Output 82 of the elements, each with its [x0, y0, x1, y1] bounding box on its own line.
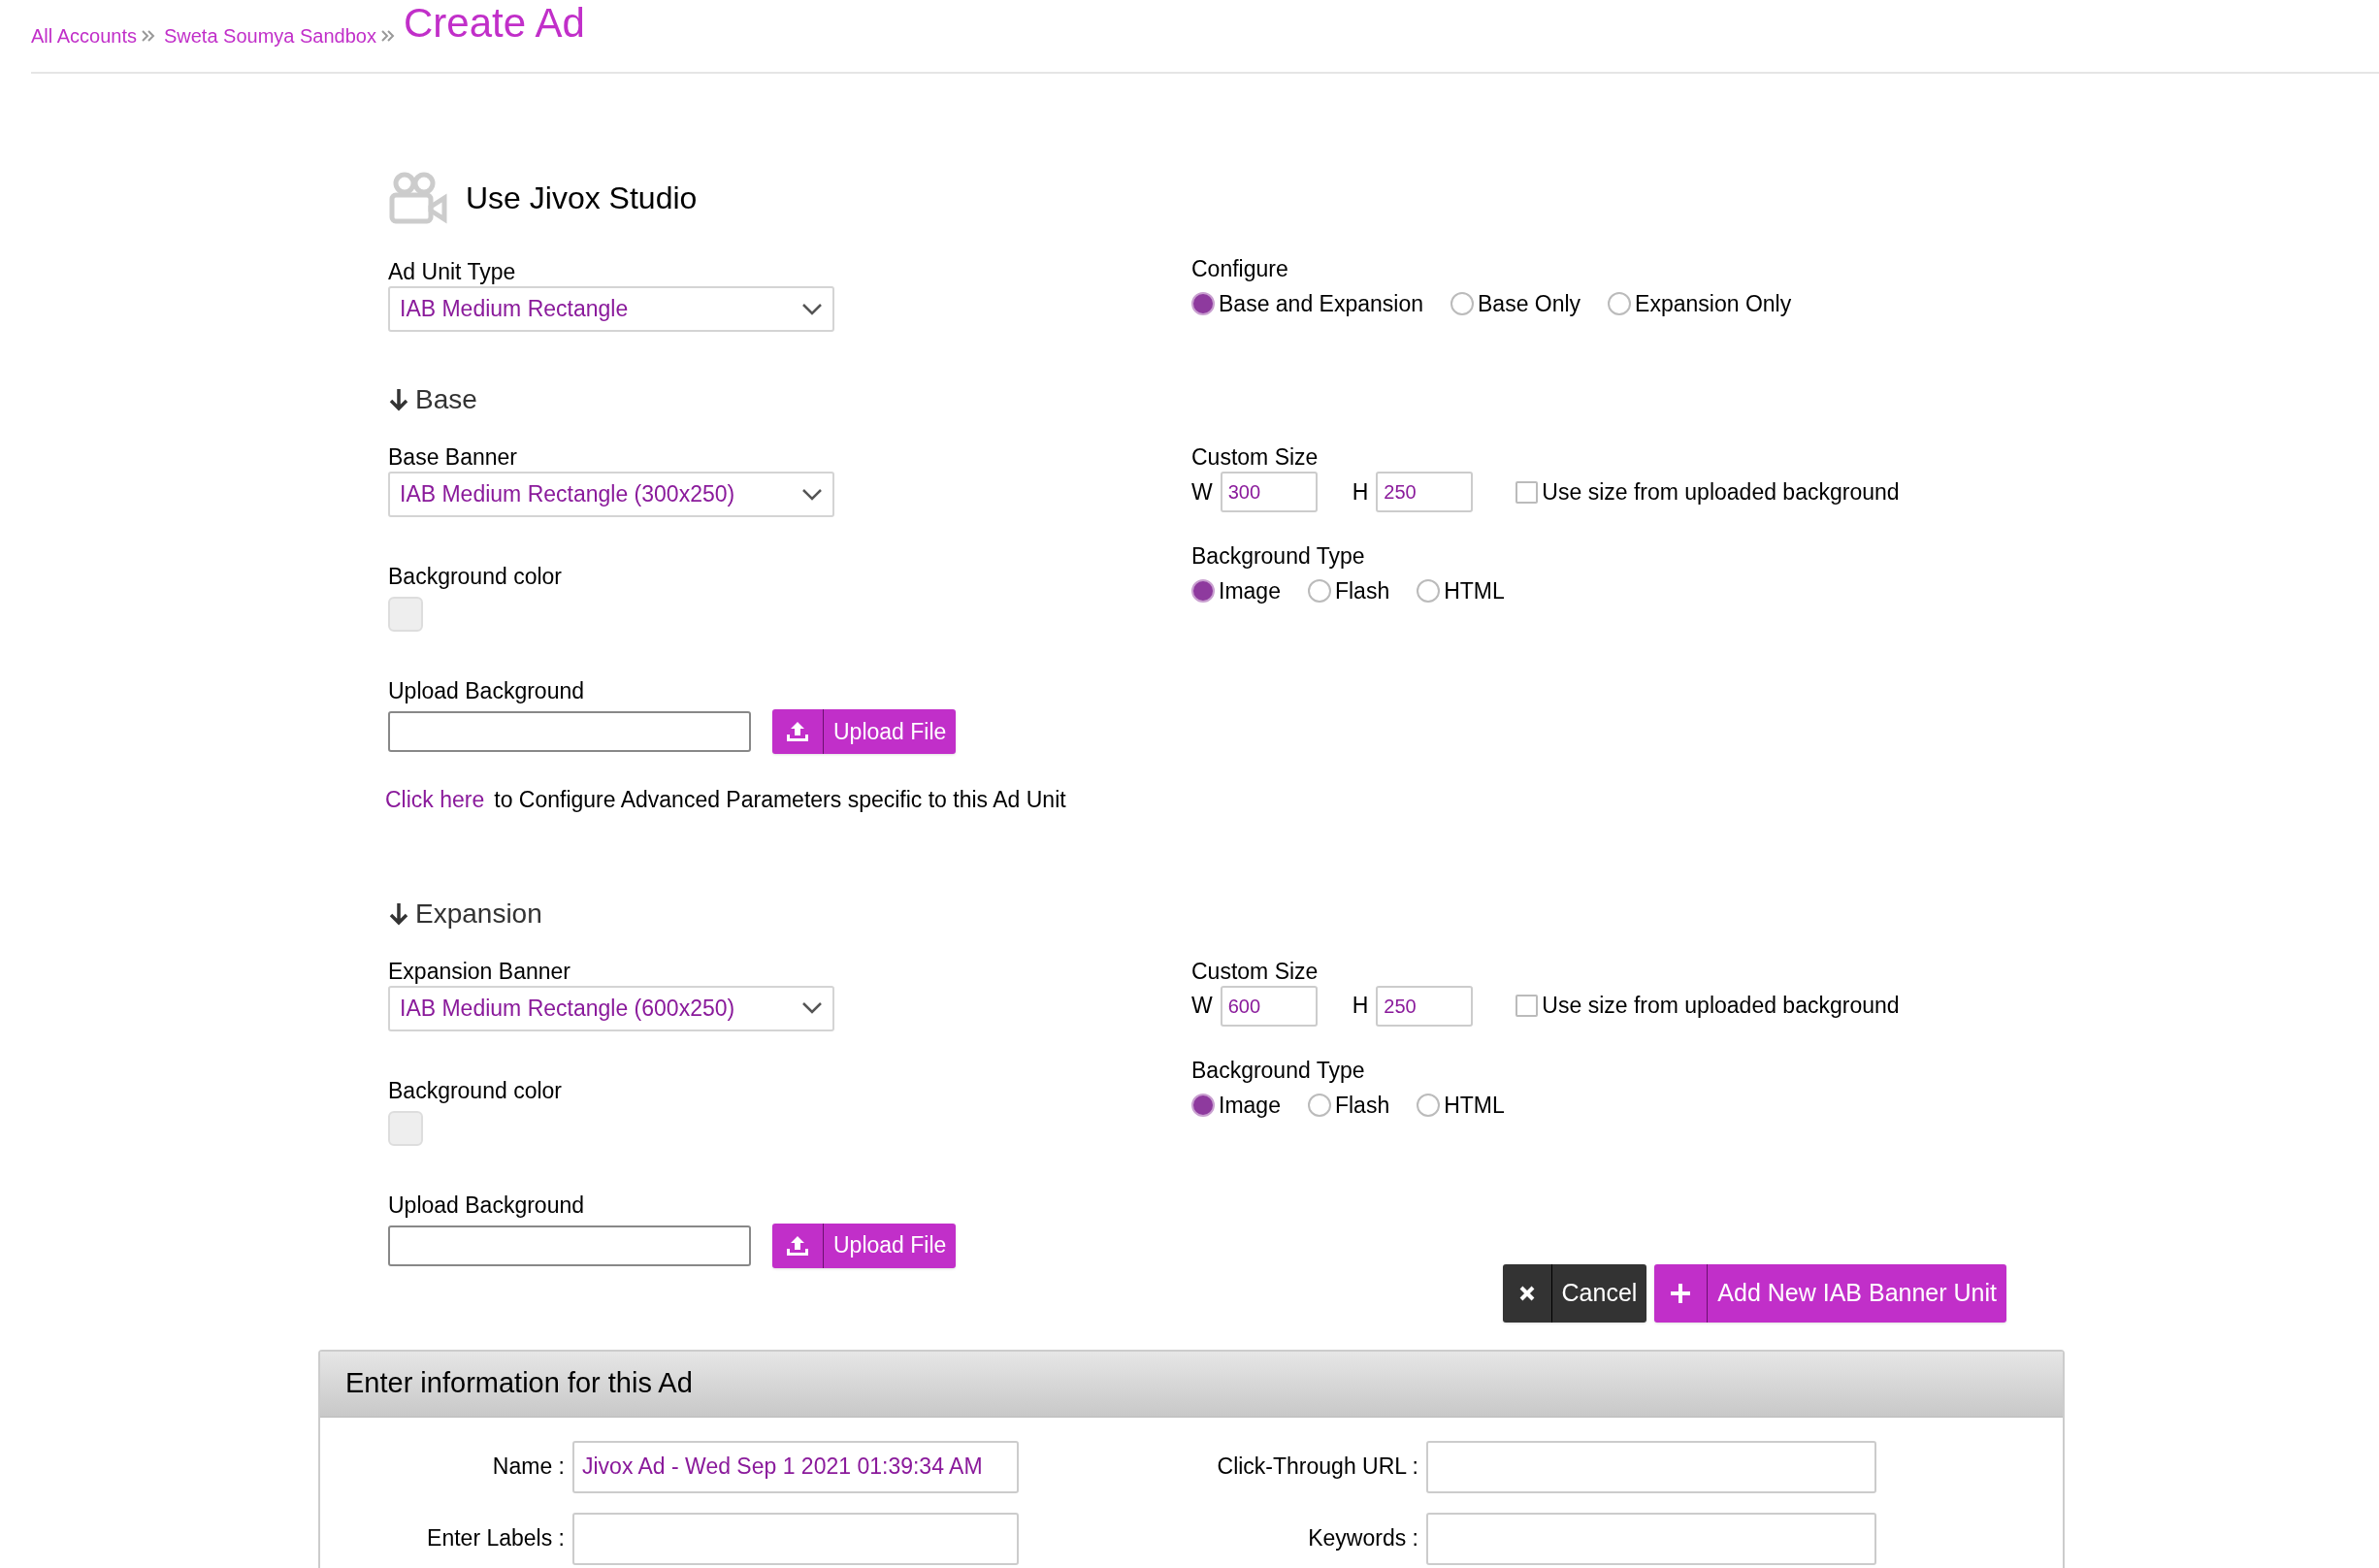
- field-label: Background Type: [1191, 1056, 1366, 1085]
- radio-label: Base Only: [1478, 290, 1581, 318]
- radio-button[interactable]: [1191, 1093, 1215, 1117]
- field-label: Configure: [1191, 255, 1289, 283]
- field-label: Click-Through URL :: [1216, 1453, 1419, 1482]
- studio-title: Use Jivox Studio: [466, 180, 698, 217]
- text-input[interactable]: [1426, 1440, 1876, 1493]
- height-input[interactable]: 250: [1376, 985, 1474, 1027]
- breadcrumb-link[interactable]: All Accounts: [31, 21, 137, 50]
- advanced-parameters-text: to Configure Advanced Parameters specific to this Ad Unit: [494, 786, 1066, 814]
- page-title: Create Ad: [404, 0, 585, 48]
- upload-file-button[interactable]: Upload File: [772, 1223, 957, 1268]
- text-input[interactable]: Jivox Ad - Wed Sep 1 2021 01:39:34 AM: [572, 1440, 1019, 1493]
- checkbox[interactable]: [1515, 995, 1539, 1017]
- radio-label: HTML: [1444, 577, 1505, 605]
- close-icon: [1517, 1284, 1536, 1302]
- color-swatch[interactable]: [388, 1110, 423, 1146]
- width-input[interactable]: 300: [1220, 472, 1318, 512]
- height-label: H: [1352, 992, 1369, 1021]
- checkbox-label: Use size from uploaded background: [1542, 477, 1900, 506]
- radio-label: Expansion Only: [1635, 290, 1792, 318]
- arrow-down-icon: [388, 387, 409, 412]
- radio-button[interactable]: [1191, 292, 1215, 316]
- section-heading: Base: [415, 383, 477, 416]
- upload-path-field[interactable]: [388, 1225, 751, 1266]
- radio-label: Image: [1219, 1091, 1281, 1120]
- radio-button[interactable]: [1450, 292, 1474, 316]
- double-chevron-icon: [140, 29, 156, 43]
- radio-button[interactable]: [1608, 292, 1632, 316]
- field-label: Expansion Banner: [388, 957, 571, 986]
- breadcrumb-link[interactable]: Sweta Soumya Sandbox: [163, 21, 376, 50]
- add-banner-unit-button[interactable]: Add New IAB Banner Unit: [1654, 1263, 2006, 1323]
- color-swatch[interactable]: [388, 597, 423, 632]
- plus-icon: [1670, 1282, 1692, 1304]
- radio-label: Base and Expansion: [1219, 290, 1423, 318]
- click-here-link[interactable]: Click here: [385, 783, 485, 817]
- radio-button[interactable]: [1417, 579, 1441, 604]
- dropdown[interactable]: IAB Medium Rectangle (600x250): [388, 985, 834, 1031]
- field-label: Background color: [388, 563, 563, 591]
- dropdown[interactable]: IAB Medium Rectangle: [388, 286, 834, 332]
- radio-button[interactable]: [1307, 1093, 1331, 1117]
- dropdown[interactable]: IAB Medium Rectangle (300x250): [388, 472, 834, 517]
- radio-button[interactable]: [1417, 1093, 1441, 1117]
- upload-file-button[interactable]: Upload File: [772, 709, 957, 754]
- radio-button[interactable]: [1307, 579, 1331, 604]
- checkbox[interactable]: [1515, 480, 1539, 504]
- text-input[interactable]: [572, 1512, 1019, 1565]
- section-heading: Expansion: [415, 897, 542, 931]
- arrow-down-icon: [388, 900, 409, 927]
- field-label: Keywords :: [1307, 1524, 1419, 1553]
- field-label: Upload Background: [388, 1191, 586, 1220]
- chevron-down-icon: [801, 1001, 823, 1015]
- radio-label: HTML: [1444, 1091, 1505, 1120]
- radio-label: Flash: [1334, 1091, 1390, 1120]
- chevron-down-icon: [801, 487, 823, 502]
- field-label: Custom Size: [1191, 443, 1320, 472]
- width-label: W: [1191, 477, 1213, 506]
- field-label: Enter Labels :: [426, 1524, 566, 1553]
- upload-icon: [786, 721, 809, 742]
- chevron-down-icon: [801, 302, 823, 316]
- width-input[interactable]: 600: [1220, 985, 1318, 1027]
- field-label: Upload Background: [388, 677, 586, 705]
- panel-title: Enter information for this Ad: [345, 1366, 693, 1401]
- field-label: Background Type: [1191, 542, 1366, 571]
- double-chevron-icon: [380, 29, 396, 43]
- radio-label: Image: [1219, 577, 1281, 605]
- field-label: Ad Unit Type: [388, 258, 517, 286]
- field-label: Base Banner: [388, 443, 518, 472]
- upload-path-field[interactable]: [388, 711, 751, 752]
- radio-label: Flash: [1334, 577, 1390, 605]
- text-input[interactable]: [1426, 1512, 1876, 1565]
- cancel-button[interactable]: Cancel: [1502, 1263, 1647, 1323]
- height-input[interactable]: 250: [1376, 472, 1474, 512]
- checkbox-label: Use size from uploaded background: [1542, 992, 1900, 1021]
- movie-camera-icon: [388, 171, 448, 225]
- field-label: Name :: [491, 1453, 566, 1482]
- radio-button[interactable]: [1191, 579, 1215, 604]
- field-label: Custom Size: [1191, 957, 1320, 986]
- height-label: H: [1352, 477, 1369, 506]
- width-label: W: [1191, 992, 1213, 1021]
- upload-icon: [786, 1234, 809, 1257]
- field-label: Background color: [388, 1076, 563, 1105]
